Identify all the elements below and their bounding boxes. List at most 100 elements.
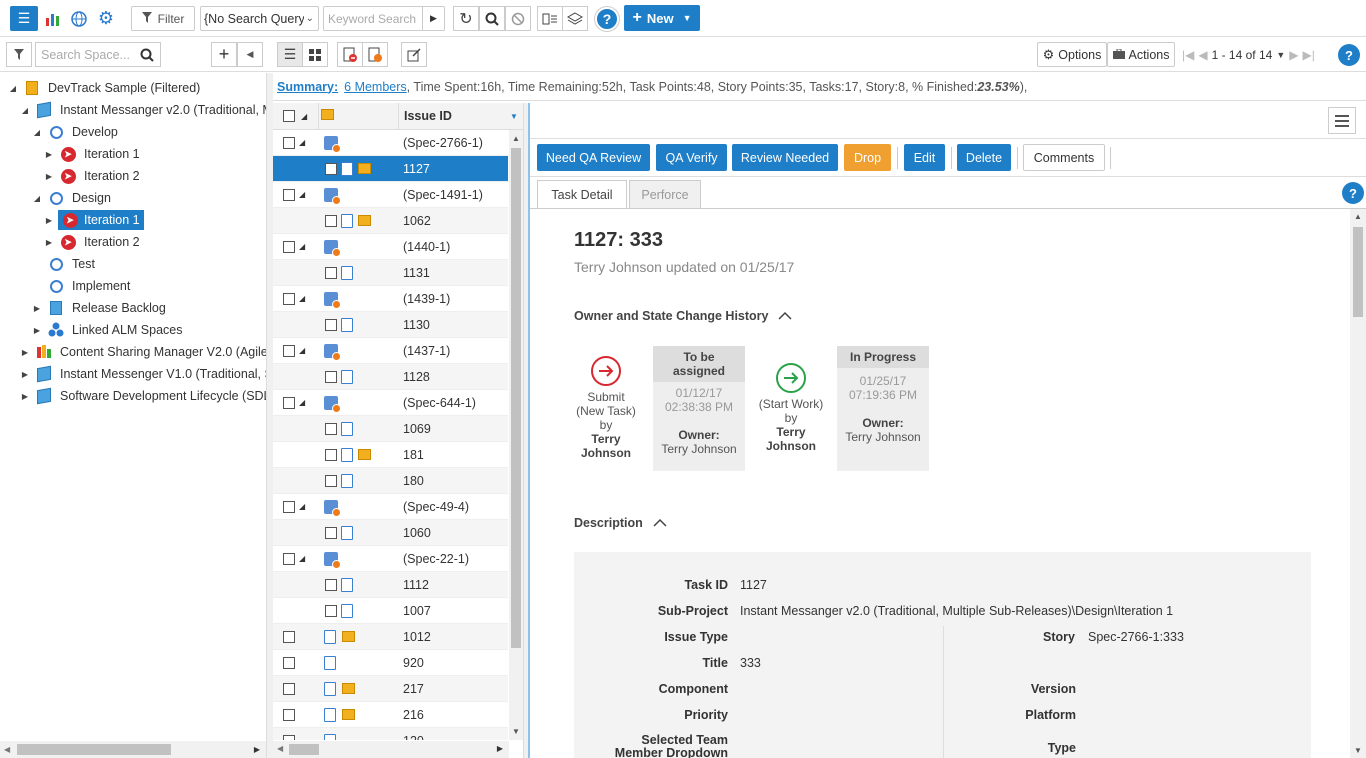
keyword-search-field[interactable]: Keyword Search ▶ [323,6,445,31]
summary-label[interactable]: Summary: [277,80,338,94]
last-page-icon[interactable]: ▶| [1302,48,1314,62]
scroll-thumb[interactable] [289,744,319,755]
need-qa-review-button[interactable]: Need QA Review [537,144,650,171]
add-space-icon[interactable]: + [211,42,237,67]
collapsed-triangle-icon[interactable]: ▶ [44,150,54,159]
grid-mode-icon[interactable] [302,42,328,67]
search-icon[interactable] [140,48,154,65]
help-icon[interactable]: ? [1338,44,1360,66]
options-button[interactable]: ⚙ Options [1037,42,1107,67]
tree-node-develop-iteration-1[interactable]: ▶ ➤ Iteration 1 [44,143,140,165]
scroll-left-arrow[interactable]: ◀ [4,745,10,754]
expanded-triangle-icon[interactable]: ◢ [299,138,305,147]
table-row[interactable]: 216 [273,702,508,728]
chart-icon[interactable] [40,6,66,31]
tree-node-implement[interactable]: Implement [48,275,130,297]
delete-button[interactable]: Delete [957,144,1011,171]
scroll-thumb[interactable] [17,744,171,755]
row-checkbox[interactable] [283,396,295,409]
table-row[interactable]: 1112 [273,572,508,598]
table-row[interactable]: 920 [273,650,508,676]
row-checkbox[interactable] [325,526,337,539]
review-needed-button[interactable]: Review Needed [732,144,838,171]
next-page-icon[interactable]: ▶ [1289,48,1298,62]
edit-icon[interactable] [401,42,427,67]
play-icon[interactable]: ▶ [422,7,444,30]
scroll-down-arrow[interactable]: ▼ [512,727,520,736]
search-query-select[interactable]: {No Search Query} ⌄ [200,6,319,31]
tree-node-design[interactable]: ◢ Design [32,187,111,209]
collapse-left-icon[interactable]: ◀ [237,42,263,67]
tree-node-design-iteration-1[interactable]: ▶ ➤ Iteration 1 [44,209,144,231]
new-button[interactable]: + New ▼ [624,5,700,31]
expanded-triangle-icon[interactable]: ◢ [299,502,305,511]
settings-gear-icon[interactable]: ⚙ [93,6,119,31]
expanded-triangle-icon[interactable]: ◢ [32,194,42,203]
row-checkbox[interactable] [283,734,295,740]
detail-vertical-scrollbar[interactable]: ▲ ▼ [1350,209,1366,758]
row-checkbox[interactable] [283,682,295,695]
scroll-right-arrow[interactable]: ▶ [254,745,260,754]
row-checkbox[interactable] [283,344,295,357]
table-row[interactable]: 1131 [273,260,508,286]
row-checkbox[interactable] [325,318,337,331]
row-checkbox[interactable] [283,136,295,149]
column-header-issue-id[interactable]: Issue ID [404,109,452,123]
table-row[interactable]: 120 [273,728,508,740]
collapsed-triangle-icon[interactable]: ▶ [32,326,42,335]
row-checkbox[interactable] [283,292,295,305]
list-mode-icon[interactable]: ☰ [277,42,303,67]
table-row[interactable]: ◢ (1440-1) [273,234,508,260]
tree-node-develop-iteration-2[interactable]: ▶ ➤ Iteration 2 [44,165,140,187]
collapsed-triangle-icon[interactable]: ▶ [32,304,42,313]
row-checkbox[interactable] [283,552,295,565]
table-row[interactable]: 181 [273,442,508,468]
link-doc-icon[interactable] [362,42,388,67]
expand-all-triangle-icon[interactable]: ◢ [301,112,307,121]
list-vertical-scrollbar[interactable]: ▲ ▼ [509,130,523,740]
tree-node-devtrack-sample[interactable]: ◢ DevTrack Sample (Filtered) [8,77,200,99]
expanded-triangle-icon[interactable]: ◢ [299,190,305,199]
scroll-left-arrow[interactable]: ◀ [277,744,283,753]
remove-doc-icon[interactable] [337,42,363,67]
table-row[interactable]: 180 [273,468,508,494]
expanded-triangle-icon[interactable]: ◢ [299,294,305,303]
tree-node-develop[interactable]: ◢ Develop [32,121,118,143]
table-row[interactable]: 1012 [273,624,508,650]
collapsed-triangle-icon[interactable]: ▶ [44,216,54,225]
select-all-checkbox[interactable] [283,110,295,122]
collapsed-triangle-icon[interactable]: ▶ [44,238,54,247]
table-row[interactable]: ◢ (Spec-644-1) [273,390,508,416]
table-row[interactable]: 1127 [273,156,508,182]
row-checkbox[interactable] [325,370,337,383]
description-section-header[interactable]: Description [574,516,667,530]
collapsed-triangle-icon[interactable]: ▶ [20,348,30,357]
row-checkbox[interactable] [325,422,337,435]
table-row[interactable]: ◢ (Spec-2766-1) [273,130,508,156]
tree-node-release-backlog[interactable]: ▶ Release Backlog [32,297,166,319]
qa-verify-button[interactable]: QA Verify [656,144,727,171]
folder-column-icon[interactable] [321,109,335,123]
expanded-triangle-icon[interactable]: ◢ [299,346,305,355]
table-row[interactable]: 1060 [273,520,508,546]
tree-horizontal-scrollbar[interactable]: ◀ ▶ [0,741,266,758]
table-row[interactable]: ◢ (1439-1) [273,286,508,312]
tree-splitter[interactable] [266,73,273,758]
expanded-triangle-icon[interactable]: ◢ [299,398,305,407]
scroll-up-arrow[interactable]: ▲ [1354,212,1362,221]
row-checkbox[interactable] [325,162,337,175]
table-row[interactable]: 1007 [273,598,508,624]
tree-node-content-sharing-manager[interactable]: ▶ Content Sharing Manager V2.0 (Agile, [20,341,268,363]
hamburger-menu-icon[interactable] [1328,107,1356,134]
row-checkbox[interactable] [325,474,337,487]
scroll-right-arrow[interactable]: ▶ [497,744,503,753]
row-checkbox[interactable] [325,214,337,227]
tree-node-instant-messanger-v2[interactable]: ◢ Instant Messanger v2.0 (Traditional, M [20,99,268,121]
row-checkbox[interactable] [325,578,337,591]
table-row[interactable]: ◢ (Spec-22-1) [273,546,508,572]
globe-icon[interactable] [66,6,92,31]
scroll-up-arrow[interactable]: ▲ [512,134,520,143]
edit-button[interactable]: Edit [904,144,945,171]
page-dropdown-icon[interactable]: ▼ [1276,50,1285,60]
row-checkbox[interactable] [283,500,295,513]
